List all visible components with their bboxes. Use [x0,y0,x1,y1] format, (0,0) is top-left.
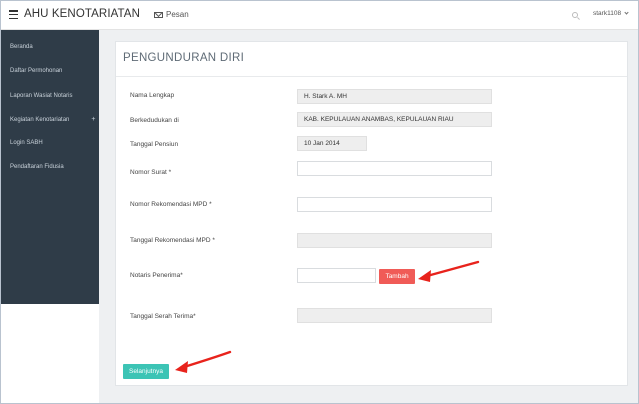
sidebar: Beranda Daftar Permohonan Laporan Wasiat… [1,30,99,304]
sidebar-item-daftar-permohonan[interactable]: Daftar Permohonan [10,68,62,74]
tanggal-pensiun-field: 10 Jan 2014 [297,136,367,151]
sidebar-item-fidusia[interactable]: Pendaftaran Fidusia [10,164,64,170]
label-nomor-surat: Nomor Surat * [130,169,172,176]
nomor-surat-input[interactable] [297,161,492,176]
form-panel: PENGUNDURAN DIRI Nama Lengkap H. Stark A… [115,41,628,386]
chevron-down-icon [624,10,629,15]
label-tanggal-rekomendasi: Tanggal Rekomendasi MPD * [130,237,215,244]
sidebar-item-laporan-wasiat[interactable]: Laporan Wasiat Notaris [10,93,72,99]
sidebar-item-kegiatan[interactable]: Kegiatan Kenotariatan + [10,116,95,123]
messages-link[interactable]: Pesan [154,10,189,19]
label-tanggal-pensiun: Tanggal Pensiun [130,141,179,148]
selanjutnya-button[interactable]: Selanjutnya [123,364,169,379]
sidebar-item-label: Login SABH [10,140,43,146]
user-menu[interactable]: stark1108 [593,10,629,17]
mail-icon [154,11,163,18]
berkedudukan-field: KAB. KEPULAUAN ANAMBAS, KEPULAUAN RIAU [297,112,492,127]
annotation-arrow-tambah [418,260,480,282]
app-brand[interactable]: AHU KENOTARIATAN [24,8,140,20]
label-berkedudukan: Berkedudukan di [130,117,179,124]
sidebar-item-label: Pendaftaran Fidusia [10,164,64,170]
sidebar-item-label: Beranda [10,44,33,50]
hamburger-icon[interactable] [9,10,18,20]
top-navbar: AHU KENOTARIATAN Pesan stark1108 [1,1,638,30]
user-name: stark1108 [593,10,622,17]
sidebar-item-beranda[interactable]: Beranda [10,44,33,50]
nomor-rekomendasi-input[interactable] [297,197,492,212]
sidebar-item-label: Daftar Permohonan [10,68,63,74]
sidebar-item-label: Kegiatan Kenotariatan [10,116,70,123]
messages-label: Pesan [166,10,189,19]
label-notaris-penerima: Notaris Penerima* [130,272,183,279]
tanggal-rekomendasi-datepicker[interactable] [297,233,492,248]
page-title: PENGUNDURAN DIRI [123,52,245,64]
label-nama-lengkap: Nama Lengkap [130,92,175,99]
search-icon[interactable] [572,12,578,18]
sidebar-item-login-sabh[interactable]: Login SABH [10,140,43,146]
tambah-button[interactable]: Tambah [379,269,415,284]
label-nomor-rekomendasi: Nomor Rekomendasi MPD * [130,201,212,208]
sidebar-item-label: Laporan Wasiat Notaris [10,93,73,99]
notaris-penerima-input[interactable] [297,268,376,283]
annotation-arrow-selanjutnya [175,350,232,373]
expand-icon: + [91,116,96,123]
label-tanggal-serah-terima: Tanggal Serah Terima* [130,313,196,320]
divider [116,76,627,77]
nama-lengkap-field: H. Stark A. MH [297,89,492,104]
tanggal-serah-terima-datepicker[interactable] [297,308,492,323]
